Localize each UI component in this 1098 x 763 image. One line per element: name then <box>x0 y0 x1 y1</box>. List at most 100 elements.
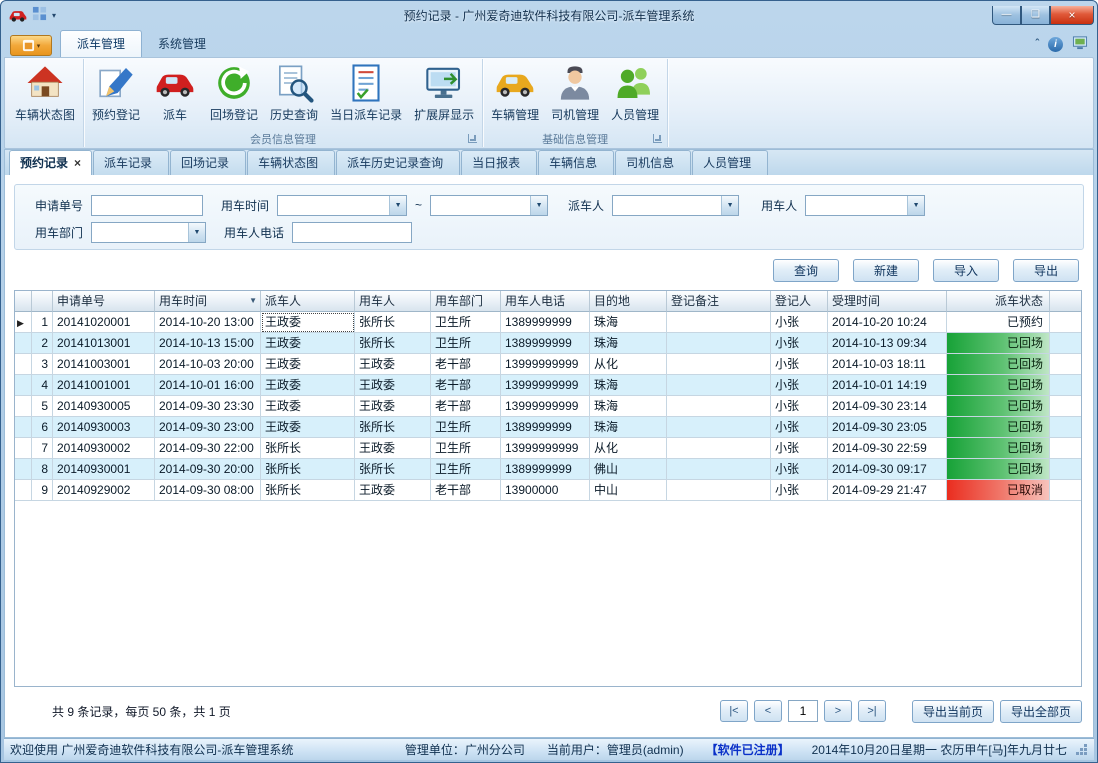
document-tab[interactable]: 车辆信息 <box>538 150 614 175</box>
cell-phone[interactable]: 13999999999 <box>501 396 590 417</box>
cell-order-no[interactable]: 20141001001 <box>53 375 155 396</box>
cell-phone[interactable]: 1389999999 <box>501 312 590 333</box>
minimize-button[interactable]: — <box>992 6 1021 25</box>
cell-dept[interactable]: 老干部 <box>431 396 501 417</box>
ribbon-button-extended-screen[interactable]: 扩展屏显示 <box>408 61 480 131</box>
table-row[interactable]: 5 20140930005 2014-09-30 23:30 王政委 王政委 老… <box>15 396 1081 417</box>
cell-dispatcher[interactable]: 王政委 <box>261 396 355 417</box>
document-tab[interactable]: 回场记录 <box>170 150 246 175</box>
cell-registrar[interactable]: 小张 <box>771 396 828 417</box>
cell-registrar[interactable]: 小张 <box>771 354 828 375</box>
status-badge[interactable]: 已回场 <box>947 354 1050 375</box>
column-header-use-time[interactable]: 用车时间▼ <box>155 291 261 312</box>
resize-grip[interactable] <box>1075 743 1088 756</box>
export-button[interactable]: 导出 <box>1013 259 1079 282</box>
column-header-destination[interactable]: 目的地 <box>590 291 667 312</box>
layout-grid-icon[interactable] <box>32 6 47 24</box>
cell-use-time[interactable]: 2014-09-30 08:00 <box>155 480 261 501</box>
cell-remark[interactable] <box>667 438 771 459</box>
query-button[interactable]: 查询 <box>773 259 839 282</box>
cell-dept[interactable]: 卫生所 <box>431 438 501 459</box>
page-number-input[interactable] <box>788 700 818 722</box>
cell-remark[interactable] <box>667 480 771 501</box>
cell-accept-time[interactable]: 2014-10-13 09:34 <box>828 333 947 354</box>
combo-dropdown-icon[interactable]: ▼ <box>721 196 738 215</box>
ribbon-button-return-register[interactable]: 回场登记 <box>204 61 264 131</box>
cell-registrar[interactable]: 小张 <box>771 480 828 501</box>
cell-phone[interactable]: 13900000 <box>501 480 590 501</box>
cell-destination[interactable]: 珠海 <box>590 375 667 396</box>
column-header-dept[interactable]: 用车部门 <box>431 291 501 312</box>
maximize-button[interactable]: ❑ <box>1021 6 1050 25</box>
cell-registrar[interactable]: 小张 <box>771 438 828 459</box>
ribbon-tab-dispatch[interactable]: 派车管理 <box>60 30 142 57</box>
cell-remark[interactable] <box>667 459 771 480</box>
close-tab-icon[interactable]: × <box>74 158 81 168</box>
combo-dropdown-icon[interactable]: ▼ <box>907 196 924 215</box>
table-row[interactable]: ▶ 1 20141020001 2014-10-20 13:00 王政委 张所长… <box>15 312 1081 333</box>
cell-dept[interactable]: 卫生所 <box>431 417 501 438</box>
phone-input[interactable] <box>292 222 412 243</box>
collapse-ribbon-icon[interactable]: ˆ <box>1035 38 1039 50</box>
document-tab[interactable]: 司机信息 <box>615 150 691 175</box>
document-tab[interactable]: 当日报表 <box>461 150 537 175</box>
cell-registrar[interactable]: 小张 <box>771 333 828 354</box>
cell-destination[interactable]: 中山 <box>590 480 667 501</box>
column-header-registrar[interactable]: 登记人 <box>771 291 828 312</box>
create-button[interactable]: 新建 <box>853 259 919 282</box>
table-row[interactable]: 7 20140930002 2014-09-30 22:00 张所长 王政委 卫… <box>15 438 1081 459</box>
next-page-button[interactable]: > <box>824 700 852 722</box>
cell-remark[interactable] <box>667 396 771 417</box>
cell-accept-time[interactable]: 2014-10-20 10:24 <box>828 312 947 333</box>
ribbon-button-history-query[interactable]: 历史查询 <box>264 61 324 131</box>
cell-user[interactable]: 王政委 <box>355 354 431 375</box>
cell-use-time[interactable]: 2014-10-20 13:00 <box>155 312 261 333</box>
cell-dept[interactable]: 卫生所 <box>431 333 501 354</box>
ribbon-button-daily-dispatch-record[interactable]: 当日派车记录 <box>324 61 408 131</box>
cell-accept-time[interactable]: 2014-09-29 21:47 <box>828 480 947 501</box>
cell-destination[interactable]: 珠海 <box>590 417 667 438</box>
use-time-from-select[interactable]: ▼ <box>277 195 407 216</box>
cell-dept[interactable]: 卫生所 <box>431 459 501 480</box>
cell-dispatcher[interactable]: 王政委 <box>261 375 355 396</box>
cell-accept-time[interactable]: 2014-09-30 23:05 <box>828 417 947 438</box>
last-page-button[interactable]: >| <box>858 700 886 722</box>
license-status-link[interactable]: 【软件已注册】 <box>706 741 790 758</box>
cell-use-time[interactable]: 2014-10-01 16:00 <box>155 375 261 396</box>
cell-use-time[interactable]: 2014-09-30 23:00 <box>155 417 261 438</box>
cell-order-no[interactable]: 20141020001 <box>53 312 155 333</box>
cell-order-no[interactable]: 20140930005 <box>53 396 155 417</box>
status-badge[interactable]: 已回场 <box>947 375 1050 396</box>
document-tab[interactable]: 派车历史记录查询 <box>336 150 460 175</box>
document-tab[interactable]: 预约记录× <box>9 150 92 175</box>
table-row[interactable]: 3 20141003001 2014-10-03 20:00 王政委 王政委 老… <box>15 354 1081 375</box>
status-badge[interactable]: 已预约 <box>947 312 1050 333</box>
cell-dispatcher[interactable]: 张所长 <box>261 459 355 480</box>
column-header-order-no[interactable]: 申请单号 <box>53 291 155 312</box>
cell-accept-time[interactable]: 2014-10-03 18:11 <box>828 354 947 375</box>
cell-use-time[interactable]: 2014-09-30 20:00 <box>155 459 261 480</box>
cell-destination[interactable]: 佛山 <box>590 459 667 480</box>
cell-destination[interactable]: 珠海 <box>590 396 667 417</box>
cell-remark[interactable] <box>667 312 771 333</box>
dialog-launcher-icon[interactable] <box>468 134 477 143</box>
column-header-user[interactable]: 用车人 <box>355 291 431 312</box>
cell-user[interactable]: 王政委 <box>355 438 431 459</box>
cell-order-no[interactable]: 20140930002 <box>53 438 155 459</box>
cell-phone[interactable]: 13999999999 <box>501 438 590 459</box>
document-tab[interactable]: 人员管理 <box>692 150 768 175</box>
cell-registrar[interactable]: 小张 <box>771 459 828 480</box>
table-row[interactable]: 6 20140930003 2014-09-30 23:00 王政委 张所长 卫… <box>15 417 1081 438</box>
cell-dispatcher[interactable]: 张所长 <box>261 438 355 459</box>
ribbon-button-dispatch[interactable]: 派车 <box>146 61 204 131</box>
cell-use-time[interactable]: 2014-09-30 23:30 <box>155 396 261 417</box>
cell-remark[interactable] <box>667 375 771 396</box>
table-row[interactable]: 8 20140930001 2014-09-30 20:00 张所长 张所长 卫… <box>15 459 1081 480</box>
use-time-to-select[interactable]: ▼ <box>430 195 548 216</box>
cell-remark[interactable] <box>667 417 771 438</box>
user-select[interactable]: ▼ <box>805 195 925 216</box>
ribbon-button-vehicle-status-map[interactable]: 车辆状态图 <box>9 61 81 131</box>
ribbon-tab-system[interactable]: 系统管理 <box>142 31 222 57</box>
combo-dropdown-icon[interactable]: ▼ <box>389 196 406 215</box>
cell-phone[interactable]: 13999999999 <box>501 375 590 396</box>
